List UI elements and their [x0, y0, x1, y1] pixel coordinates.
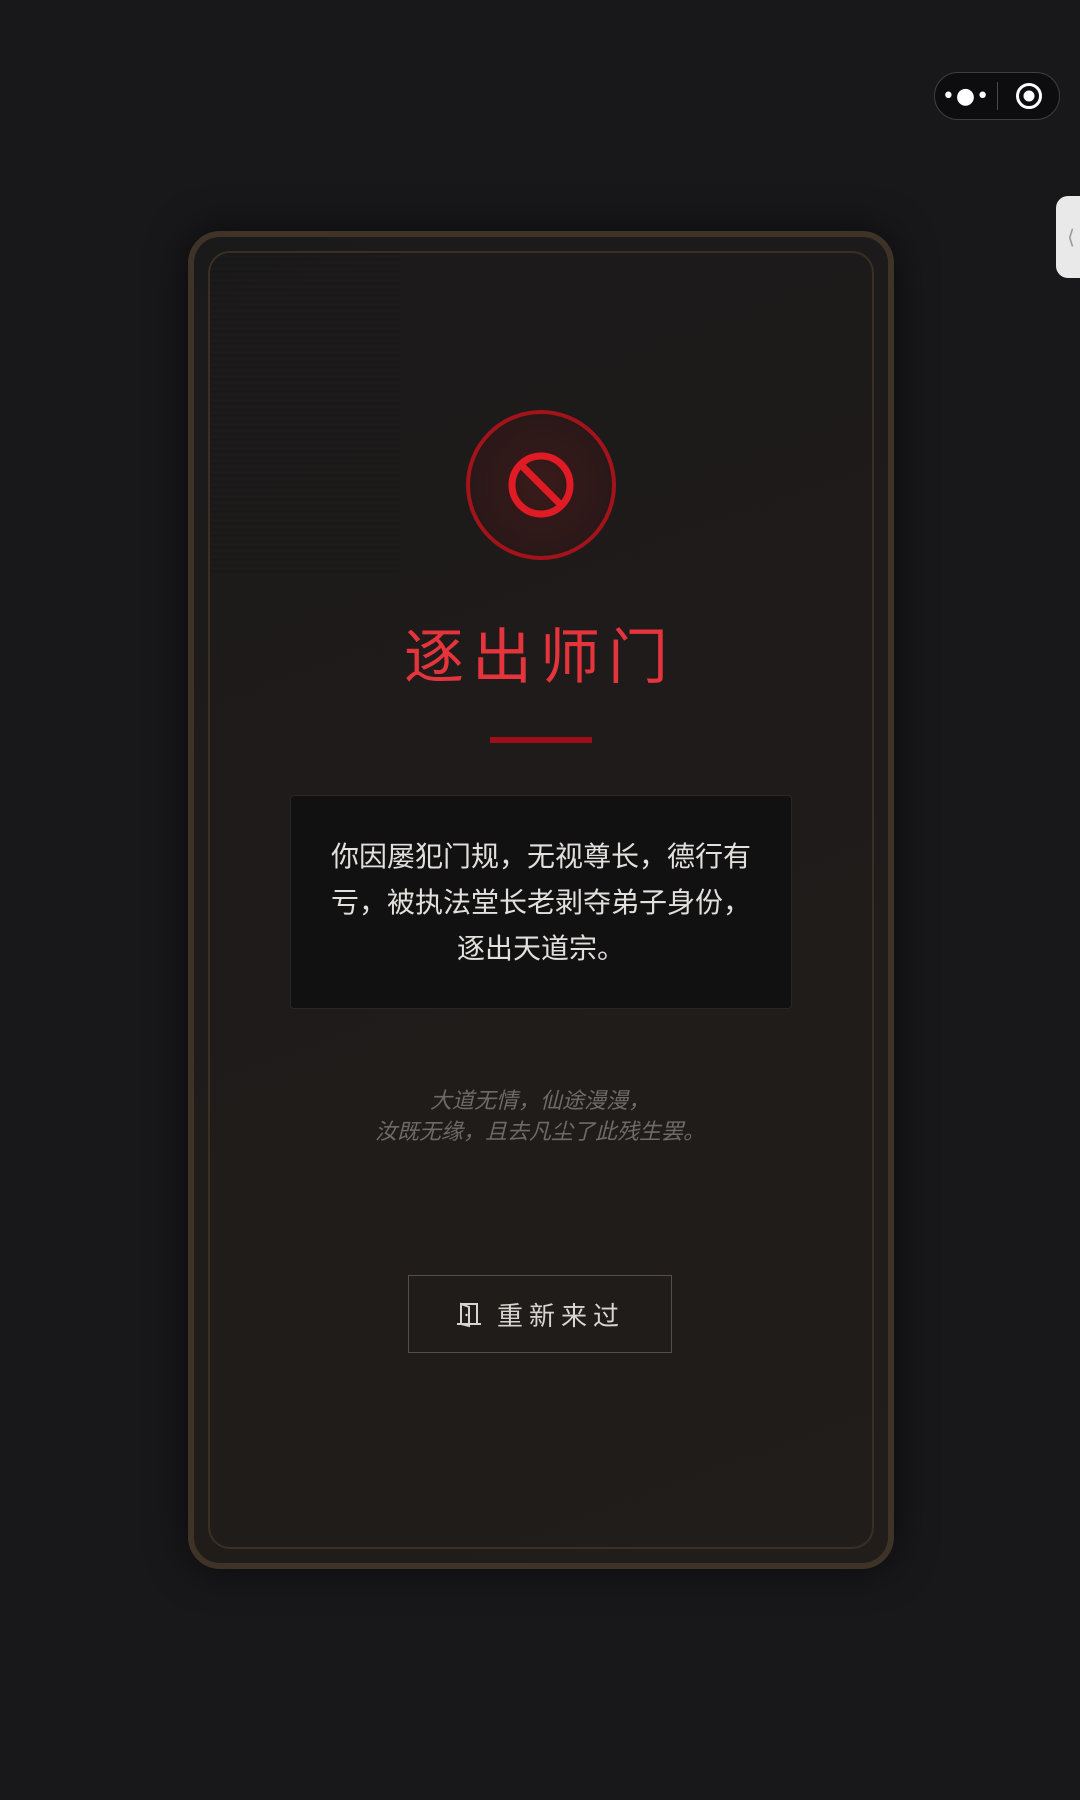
ban-icon	[508, 452, 574, 518]
side-tab-chevron-icon: ⟨	[1067, 225, 1075, 249]
miniprogram-capsule: •●•	[934, 72, 1060, 120]
side-drawer-tab[interactable]: ⟨	[1056, 196, 1080, 278]
close-miniprogram-button[interactable]	[998, 73, 1059, 119]
target-icon	[1015, 83, 1042, 109]
message-line: 逐出天道宗。	[456, 932, 625, 965]
page: •●• ⟨ 逐出师门 你因屡犯门规，无视尊长，德行有 亏，被执法堂长老剥夺弟子身…	[0, 0, 1080, 1800]
ban-badge	[466, 410, 616, 560]
page-title: 逐出师门	[404, 623, 676, 693]
restart-button[interactable]: 重新来过	[408, 1275, 672, 1353]
message-box: 你因屡犯门规，无视尊长，德行有 亏，被执法堂长老剥夺弟子身份， 逐出天道宗。	[290, 795, 792, 1009]
door-icon	[455, 1300, 483, 1328]
message-line: 亏，被执法堂长老剥夺弟子身份，	[330, 886, 751, 919]
more-menu-button[interactable]: •●•	[935, 73, 997, 119]
poem-line: 汝既无缘，且去凡尘了此残生罢。	[374, 1120, 705, 1145]
poem-text: 大道无情，仙途漫漫， 汝既无缘，且去凡尘了此残生罢。	[300, 1086, 780, 1148]
message-line: 你因屡犯门规，无视尊长，德行有	[330, 840, 751, 873]
title-divider	[490, 737, 592, 743]
restart-label: 重新来过	[496, 1301, 625, 1332]
more-dots-icon: •●•	[941, 83, 991, 109]
poem-line: 大道无情，仙途漫漫，	[429, 1089, 650, 1114]
